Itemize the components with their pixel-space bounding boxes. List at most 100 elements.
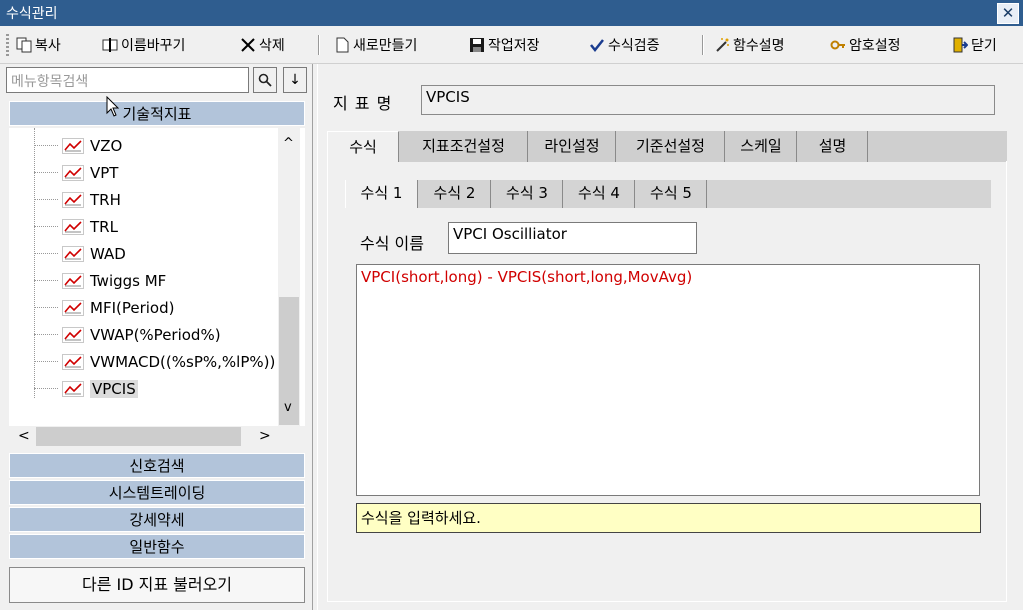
tree-item-label: VWAP(%Period%)	[90, 325, 221, 344]
tree-item-label: VPT	[90, 163, 119, 182]
formula-name-label: 수식 이름	[360, 234, 424, 253]
status-hint-field: 수식을 입력하세요.	[356, 503, 981, 533]
tree-item-label: VZO	[90, 136, 123, 155]
formula-function: ) - VPCIS(	[476, 268, 548, 286]
close-label: 닫기	[971, 38, 997, 54]
indicator-name-field[interactable]: VPCIS	[421, 85, 995, 115]
window-title: 수식관리	[6, 6, 58, 22]
verify-button[interactable]: 수식검증	[589, 32, 660, 58]
menu-search-input[interactable]: 메뉴항목검색	[6, 67, 249, 93]
search-icon	[258, 73, 272, 91]
tree-item[interactable]: VWAP(%Period%)	[9, 321, 221, 348]
scroll-right-arrow[interactable]: >	[259, 428, 271, 444]
tree-connector	[34, 333, 58, 336]
section-technical-indicators[interactable]: 기술적지표	[9, 101, 305, 126]
tree-connector	[34, 198, 58, 201]
subtab-formula-3[interactable]: 수식 3	[492, 180, 563, 208]
tree-item[interactable]: VPT	[9, 159, 118, 186]
tree-connector	[34, 360, 58, 363]
scroll-down-arrow[interactable]: v	[284, 400, 292, 415]
copy-icon	[16, 37, 32, 53]
tab-formula[interactable]: 수식	[327, 131, 399, 162]
tree-item-label: VWMACD((%sP%,%lP%))	[90, 352, 276, 371]
tree-item[interactable]: VZO	[9, 132, 122, 159]
section-signal-search[interactable]: 신호검색	[9, 453, 305, 478]
toolbar: 복사 이름바꾸기 삭제 새로만들기 작업저장 수식검증 함수설명 암호설정 닫기	[0, 26, 1023, 64]
rename-button[interactable]: 이름바꾸기	[102, 32, 185, 58]
tree-connector	[34, 225, 58, 228]
search-next-button[interactable]: ↓	[283, 67, 307, 93]
formula-function: )	[686, 268, 693, 286]
subtab-formula-1[interactable]: 수식 1	[345, 180, 418, 208]
tree-item-label: TRH	[90, 190, 121, 209]
formula-argument: short,long,MovAvg	[547, 268, 687, 286]
tab-scale[interactable]: 스케일	[726, 131, 797, 162]
title-bar: 수식관리 ✕	[0, 0, 1023, 26]
arrow-down-icon: ↓	[289, 72, 301, 88]
tree-connector	[34, 279, 58, 282]
tree-horizontal-scroll-thumb[interactable]	[36, 427, 241, 446]
toolbar-separator	[318, 35, 320, 55]
tree-connector	[34, 252, 58, 255]
tree-item[interactable]: WAD	[9, 240, 126, 267]
indicator-name-label: 지 표 명	[333, 94, 393, 113]
formula-function: VPCI(	[361, 268, 402, 286]
rename-label: 이름바꾸기	[121, 38, 186, 54]
tree-item[interactable]: MFI(Period)	[9, 294, 174, 321]
save-disk-icon	[469, 37, 485, 53]
line-chart-icon	[62, 245, 84, 262]
toolbar-separator	[702, 35, 704, 55]
panel-splitter[interactable]	[312, 64, 318, 610]
close-window-button[interactable]: ✕	[997, 3, 1019, 24]
tree-item-label: VPCIS	[90, 379, 138, 398]
tree-item-label: TRL	[90, 217, 118, 236]
section-system-trading[interactable]: 시스템트레이딩	[9, 480, 305, 505]
mouse-cursor-icon	[106, 95, 120, 122]
tree-item[interactable]: Twiggs MF	[9, 267, 166, 294]
delete-label: 삭제	[259, 38, 285, 54]
tab-baseline-settings[interactable]: 기준선설정	[617, 131, 725, 162]
scroll-left-arrow[interactable]: <	[18, 428, 30, 444]
tab-indicator-conditions[interactable]: 지표조건설정	[400, 131, 528, 162]
delete-button[interactable]: 삭제	[240, 32, 285, 58]
formula-argument: short,long	[401, 268, 477, 286]
checkmark-icon	[589, 37, 605, 53]
line-chart-icon	[62, 272, 84, 289]
new-document-icon	[334, 37, 350, 53]
tab-description[interactable]: 설명	[798, 131, 868, 162]
subtab-formula-2[interactable]: 수식 2	[419, 180, 491, 208]
delete-icon	[240, 37, 256, 53]
tree-item-label: WAD	[90, 244, 126, 263]
function-help-button[interactable]: 함수설명	[714, 32, 785, 58]
line-chart-icon	[62, 380, 84, 397]
copy-button[interactable]: 복사	[16, 32, 61, 58]
line-chart-icon	[62, 353, 84, 370]
section-general-functions[interactable]: 일반함수	[9, 534, 305, 559]
close-button[interactable]: 닫기	[952, 32, 997, 58]
formula-editor[interactable]: VPCI(short,long) - VPCIS(short,long,MovA…	[356, 264, 980, 496]
section-bull-bear[interactable]: 강세약세	[9, 507, 305, 532]
tree-item[interactable]: VWMACD((%sP%,%lP%))	[9, 348, 275, 375]
tree-item[interactable]: TRL	[9, 213, 118, 240]
line-chart-icon	[62, 164, 84, 181]
tab-line-settings[interactable]: 라인설정	[529, 131, 616, 162]
toolbar-grip	[6, 34, 9, 56]
rename-icon	[102, 37, 118, 53]
tree-item[interactable]: VPCIS	[9, 375, 138, 402]
new-label: 새로만들기	[353, 38, 418, 54]
save-button[interactable]: 작업저장	[469, 32, 540, 58]
search-button[interactable]	[253, 67, 277, 93]
load-other-id-indicator-button[interactable]: 다른 ID 지표 불러오기	[9, 567, 305, 603]
tree-item[interactable]: TRH	[9, 186, 121, 213]
scroll-up-arrow[interactable]: ^	[283, 136, 294, 151]
subtab-formula-4[interactable]: 수식 4	[564, 180, 635, 208]
formula-name-input[interactable]: VPCI Oscilliator	[448, 222, 697, 254]
password-button[interactable]: 암호설정	[830, 32, 901, 58]
tree-connector	[34, 171, 58, 174]
new-button[interactable]: 새로만들기	[334, 32, 417, 58]
subtab-formula-5[interactable]: 수식 5	[636, 180, 707, 208]
line-chart-icon	[62, 299, 84, 316]
line-chart-icon	[62, 326, 84, 343]
tree-item-label: Twiggs MF	[90, 271, 167, 290]
save-label: 작업저장	[488, 38, 540, 54]
